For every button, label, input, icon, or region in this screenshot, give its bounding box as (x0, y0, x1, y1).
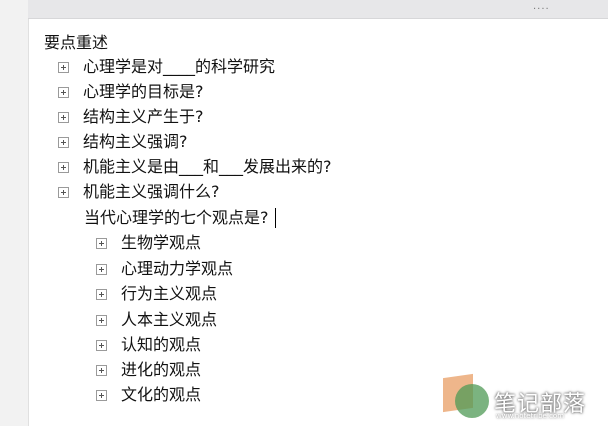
expand-plus-icon[interactable] (58, 86, 69, 98)
expand-plus-icon[interactable] (58, 186, 69, 198)
outline-subitem[interactable]: 人本主义观点 (96, 308, 217, 332)
outline-item-label: 结构主义产生于? (83, 107, 204, 126)
outline-subitem[interactable]: 进化的观点 (96, 358, 201, 382)
outline-subitem-label: 认知的观点 (121, 335, 202, 354)
expand-plus-icon[interactable] (58, 111, 69, 123)
outline-subheading-label: 当代心理学的七个观点是? (84, 208, 269, 227)
outline-window: ···· 要点重述 心理学是对____的科学研究 心理学的目标是? 结构主义产生… (0, 0, 608, 426)
outline-subitem[interactable]: 心理动力学观点 (96, 257, 233, 281)
outline-item-label: 心理学是对____的科学研究 (83, 57, 276, 76)
expand-plus-icon[interactable] (96, 237, 107, 249)
expand-plus-icon[interactable] (58, 61, 69, 73)
expand-plus-icon[interactable] (96, 263, 107, 275)
outline-subitem-label: 人本主义观点 (121, 310, 218, 329)
outline-root-label: 要点重述 (44, 33, 109, 52)
outline-item-label: 心理学的目标是? (83, 82, 204, 101)
expand-plus-icon[interactable] (96, 389, 107, 401)
expand-plus-icon[interactable] (96, 339, 107, 351)
pen-logo-icon (455, 384, 489, 418)
outline-subitem[interactable]: 文化的观点 (96, 383, 201, 407)
outline-item-label: 机能主义强调什么? (83, 182, 220, 201)
top-bar: ···· (28, 0, 608, 19)
outline-subitem-label: 进化的观点 (121, 360, 202, 379)
outline-subitem-label: 行为主义观点 (121, 284, 218, 303)
text-cursor (274, 208, 276, 228)
expand-plus-icon[interactable] (58, 161, 69, 173)
outline-subitem[interactable]: 生物学观点 (96, 231, 201, 255)
drag-grip-icon[interactable]: ···· (533, 5, 550, 15)
outline-subitem[interactable]: 认知的观点 (96, 333, 201, 357)
outline-subheading[interactable]: 当代心理学的七个观点是? (84, 206, 276, 230)
outline-subitem-label: 心理动力学观点 (121, 259, 234, 278)
outline-subitem-label: 文化的观点 (121, 385, 202, 404)
outline-item-label: 机能主义是由___和___发展出来的? (83, 157, 332, 176)
outline-content: 要点重述 心理学是对____的科学研究 心理学的目标是? 结构主义产生于? 结构… (28, 19, 608, 426)
outline-item[interactable]: 心理学是对____的科学研究 (58, 55, 275, 79)
outline-subitem[interactable]: 行为主义观点 (96, 282, 217, 306)
watermark-subtext: www.notetribe.com (496, 412, 565, 420)
expand-plus-icon[interactable] (96, 288, 107, 300)
outline-item[interactable]: 结构主义强调? (58, 130, 188, 154)
left-margin (0, 0, 29, 426)
expand-plus-icon[interactable] (58, 136, 69, 148)
outline-item[interactable]: 机能主义强调什么? (58, 180, 220, 204)
expand-plus-icon[interactable] (96, 364, 107, 376)
outline-item[interactable]: 机能主义是由___和___发展出来的? (58, 155, 332, 179)
outline-item-label: 结构主义强调? (83, 132, 188, 151)
watermark-logo: 笔记部落 www.notetribe.com (440, 372, 608, 426)
outline-subitem-label: 生物学观点 (121, 233, 202, 252)
outline-item[interactable]: 心理学的目标是? (58, 80, 204, 104)
expand-plus-icon[interactable] (96, 314, 107, 326)
outline-item[interactable]: 结构主义产生于? (58, 105, 204, 129)
outline-root[interactable]: 要点重述 (44, 31, 108, 55)
